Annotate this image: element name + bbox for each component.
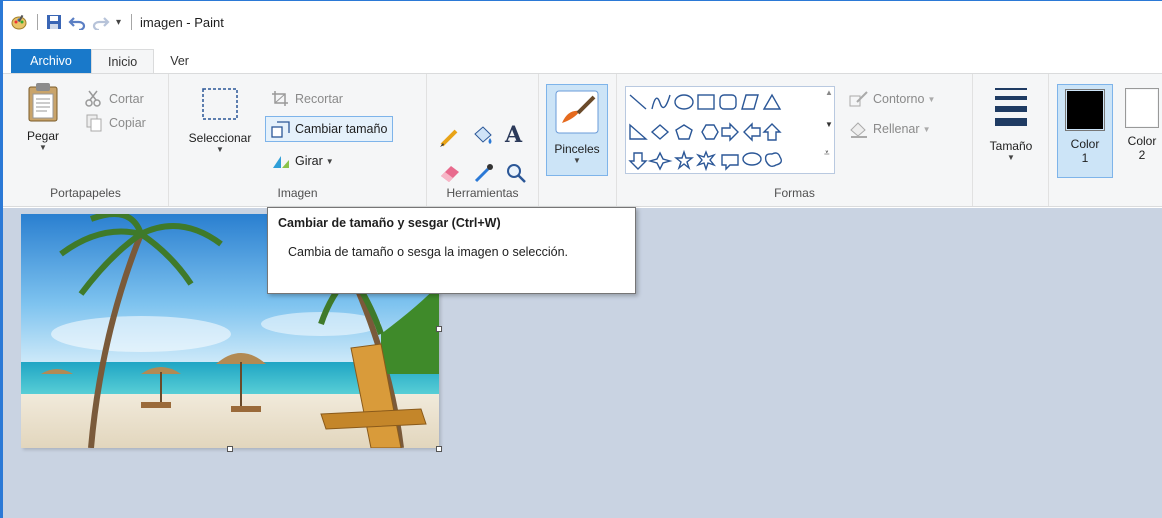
rotate-button[interactable]: Girar ▼	[271, 152, 334, 170]
undo-icon[interactable]	[68, 14, 86, 30]
brush-icon	[554, 89, 600, 138]
pencil-icon[interactable]	[439, 126, 461, 151]
select-rectangle-icon	[200, 86, 240, 125]
tooltip-title: Cambiar de tamaño y sesgar (Ctrl+W)	[278, 216, 501, 230]
color2-label: Color	[1127, 134, 1157, 148]
rotate-label: Girar	[295, 154, 323, 168]
paint-app-icon[interactable]	[11, 14, 27, 30]
clipboard-group-label: Portapapeles	[50, 186, 121, 200]
color1-number: 1	[1081, 151, 1089, 165]
redo-icon[interactable]	[92, 14, 110, 30]
tools-group-label: Herramientas	[446, 186, 519, 200]
crop-icon	[271, 90, 291, 108]
fill-button[interactable]: Rellenar ▼	[849, 120, 930, 138]
color1-swatch	[1065, 89, 1105, 131]
color2-number: 2	[1138, 148, 1146, 162]
chevron-down-icon: ▼	[573, 156, 581, 165]
magnifier-icon[interactable]	[505, 162, 527, 187]
tab-view[interactable]: Ver	[154, 49, 205, 73]
title-bar: ▾ imagen - Paint	[3, 1, 1162, 43]
brushes-button[interactable]: Pinceles ▼	[546, 84, 608, 176]
select-button[interactable]: Seleccionar ▼	[179, 86, 261, 154]
resize-icon	[271, 120, 291, 138]
separator	[131, 14, 133, 30]
outline-label: Contorno	[873, 92, 925, 106]
resize-handle-right[interactable]	[436, 326, 442, 332]
resize-button[interactable]: Cambiar tamaño	[265, 116, 394, 142]
size-button[interactable]: Tamaño ▼	[977, 86, 1045, 162]
chevron-down-icon: ▼	[325, 156, 334, 166]
shapes-gallery[interactable]	[625, 86, 835, 174]
paste-icon	[27, 82, 59, 125]
resize-label: Cambiar tamaño	[295, 122, 388, 136]
outline-brush-icon	[849, 90, 869, 108]
color1-button[interactable]: Color 1	[1057, 84, 1113, 178]
tools-group: A Herramientas	[427, 74, 539, 206]
line-width-icon	[993, 86, 1029, 131]
color2-button[interactable]: Color 2	[1119, 88, 1162, 178]
fill-bucket-icon[interactable]	[471, 124, 495, 151]
brushes-group: Pinceles ▼	[539, 74, 617, 206]
color1-label: Color	[1070, 137, 1100, 151]
chevron-down-icon: ▼	[927, 94, 936, 104]
fill-icon	[849, 120, 869, 138]
paste-button[interactable]: Pegar ▼	[19, 82, 67, 152]
select-label: Seleccionar	[188, 131, 252, 145]
resize-handle-bottom[interactable]	[227, 446, 233, 452]
expand-gallery-icon[interactable]: ⩡	[824, 148, 830, 159]
size-label: Tamaño	[989, 139, 1033, 153]
chevron-down-icon: ▼	[216, 145, 224, 154]
chevron-down-icon: ▼	[1007, 153, 1015, 162]
cut-button[interactable]: Cortar	[83, 90, 144, 108]
colors-group: Color 1 Color 2	[1049, 74, 1162, 206]
scroll-up-icon[interactable]: ▲	[825, 88, 833, 97]
brushes-label: Pinceles	[554, 142, 600, 156]
rotate-icon	[271, 152, 291, 170]
resize-tooltip: Cambiar de tamaño y sesgar (Ctrl+W) Camb…	[267, 207, 636, 294]
ribbon: Pegar ▼ Cortar Copiar Portapapeles Selec…	[3, 73, 1162, 207]
tooltip-body: Cambia de tamaño o sesga la imagen o sel…	[288, 245, 569, 259]
color2-swatch	[1125, 88, 1159, 128]
image-group-label: Imagen	[277, 186, 318, 200]
size-group: Tamaño ▼	[973, 74, 1049, 206]
copy-label: Copiar	[109, 116, 146, 130]
paint-window: ▾ imagen - Paint Archivo Inicio Ver Pega…	[0, 0, 1162, 518]
color-picker-icon[interactable]	[473, 162, 495, 187]
chevron-down-icon: ▼	[39, 143, 47, 152]
copy-icon	[83, 114, 105, 132]
save-icon[interactable]	[46, 14, 62, 30]
crop-button[interactable]: Recortar	[271, 90, 343, 108]
outline-button[interactable]: Contorno ▼	[849, 90, 935, 108]
tab-home[interactable]: Inicio	[91, 49, 155, 74]
window-title: imagen - Paint	[140, 14, 224, 30]
customize-quick-access-icon[interactable]: ▾	[116, 17, 121, 28]
shapes-group-label: Formas	[774, 186, 815, 200]
cut-label: Cortar	[109, 92, 144, 106]
fill-label: Rellenar	[873, 122, 920, 136]
crop-label: Recortar	[295, 92, 343, 106]
resize-handle-corner[interactable]	[436, 446, 442, 452]
clipboard-group: Pegar ▼ Cortar Copiar Portapapeles	[3, 74, 169, 206]
shapes-gallery-icons	[628, 93, 783, 172]
separator	[37, 14, 38, 30]
text-tool-icon[interactable]: A	[505, 122, 522, 148]
scroll-down-icon[interactable]: ▼	[825, 120, 833, 129]
eraser-icon[interactable]	[439, 162, 463, 187]
paste-label: Pegar	[26, 129, 60, 143]
chevron-down-icon: ▼	[922, 124, 931, 134]
tab-file[interactable]: Archivo	[11, 49, 91, 73]
image-group: Seleccionar ▼ Recortar Cambiar tamaño Gi…	[169, 74, 427, 206]
shapes-group: ▲ ▼ ⩡ Contorno ▼ Rellenar ▼ Formas	[617, 74, 973, 206]
ribbon-tabs: Archivo Inicio Ver	[3, 49, 1162, 74]
copy-button[interactable]: Copiar	[83, 114, 146, 132]
scissors-icon	[83, 90, 105, 108]
